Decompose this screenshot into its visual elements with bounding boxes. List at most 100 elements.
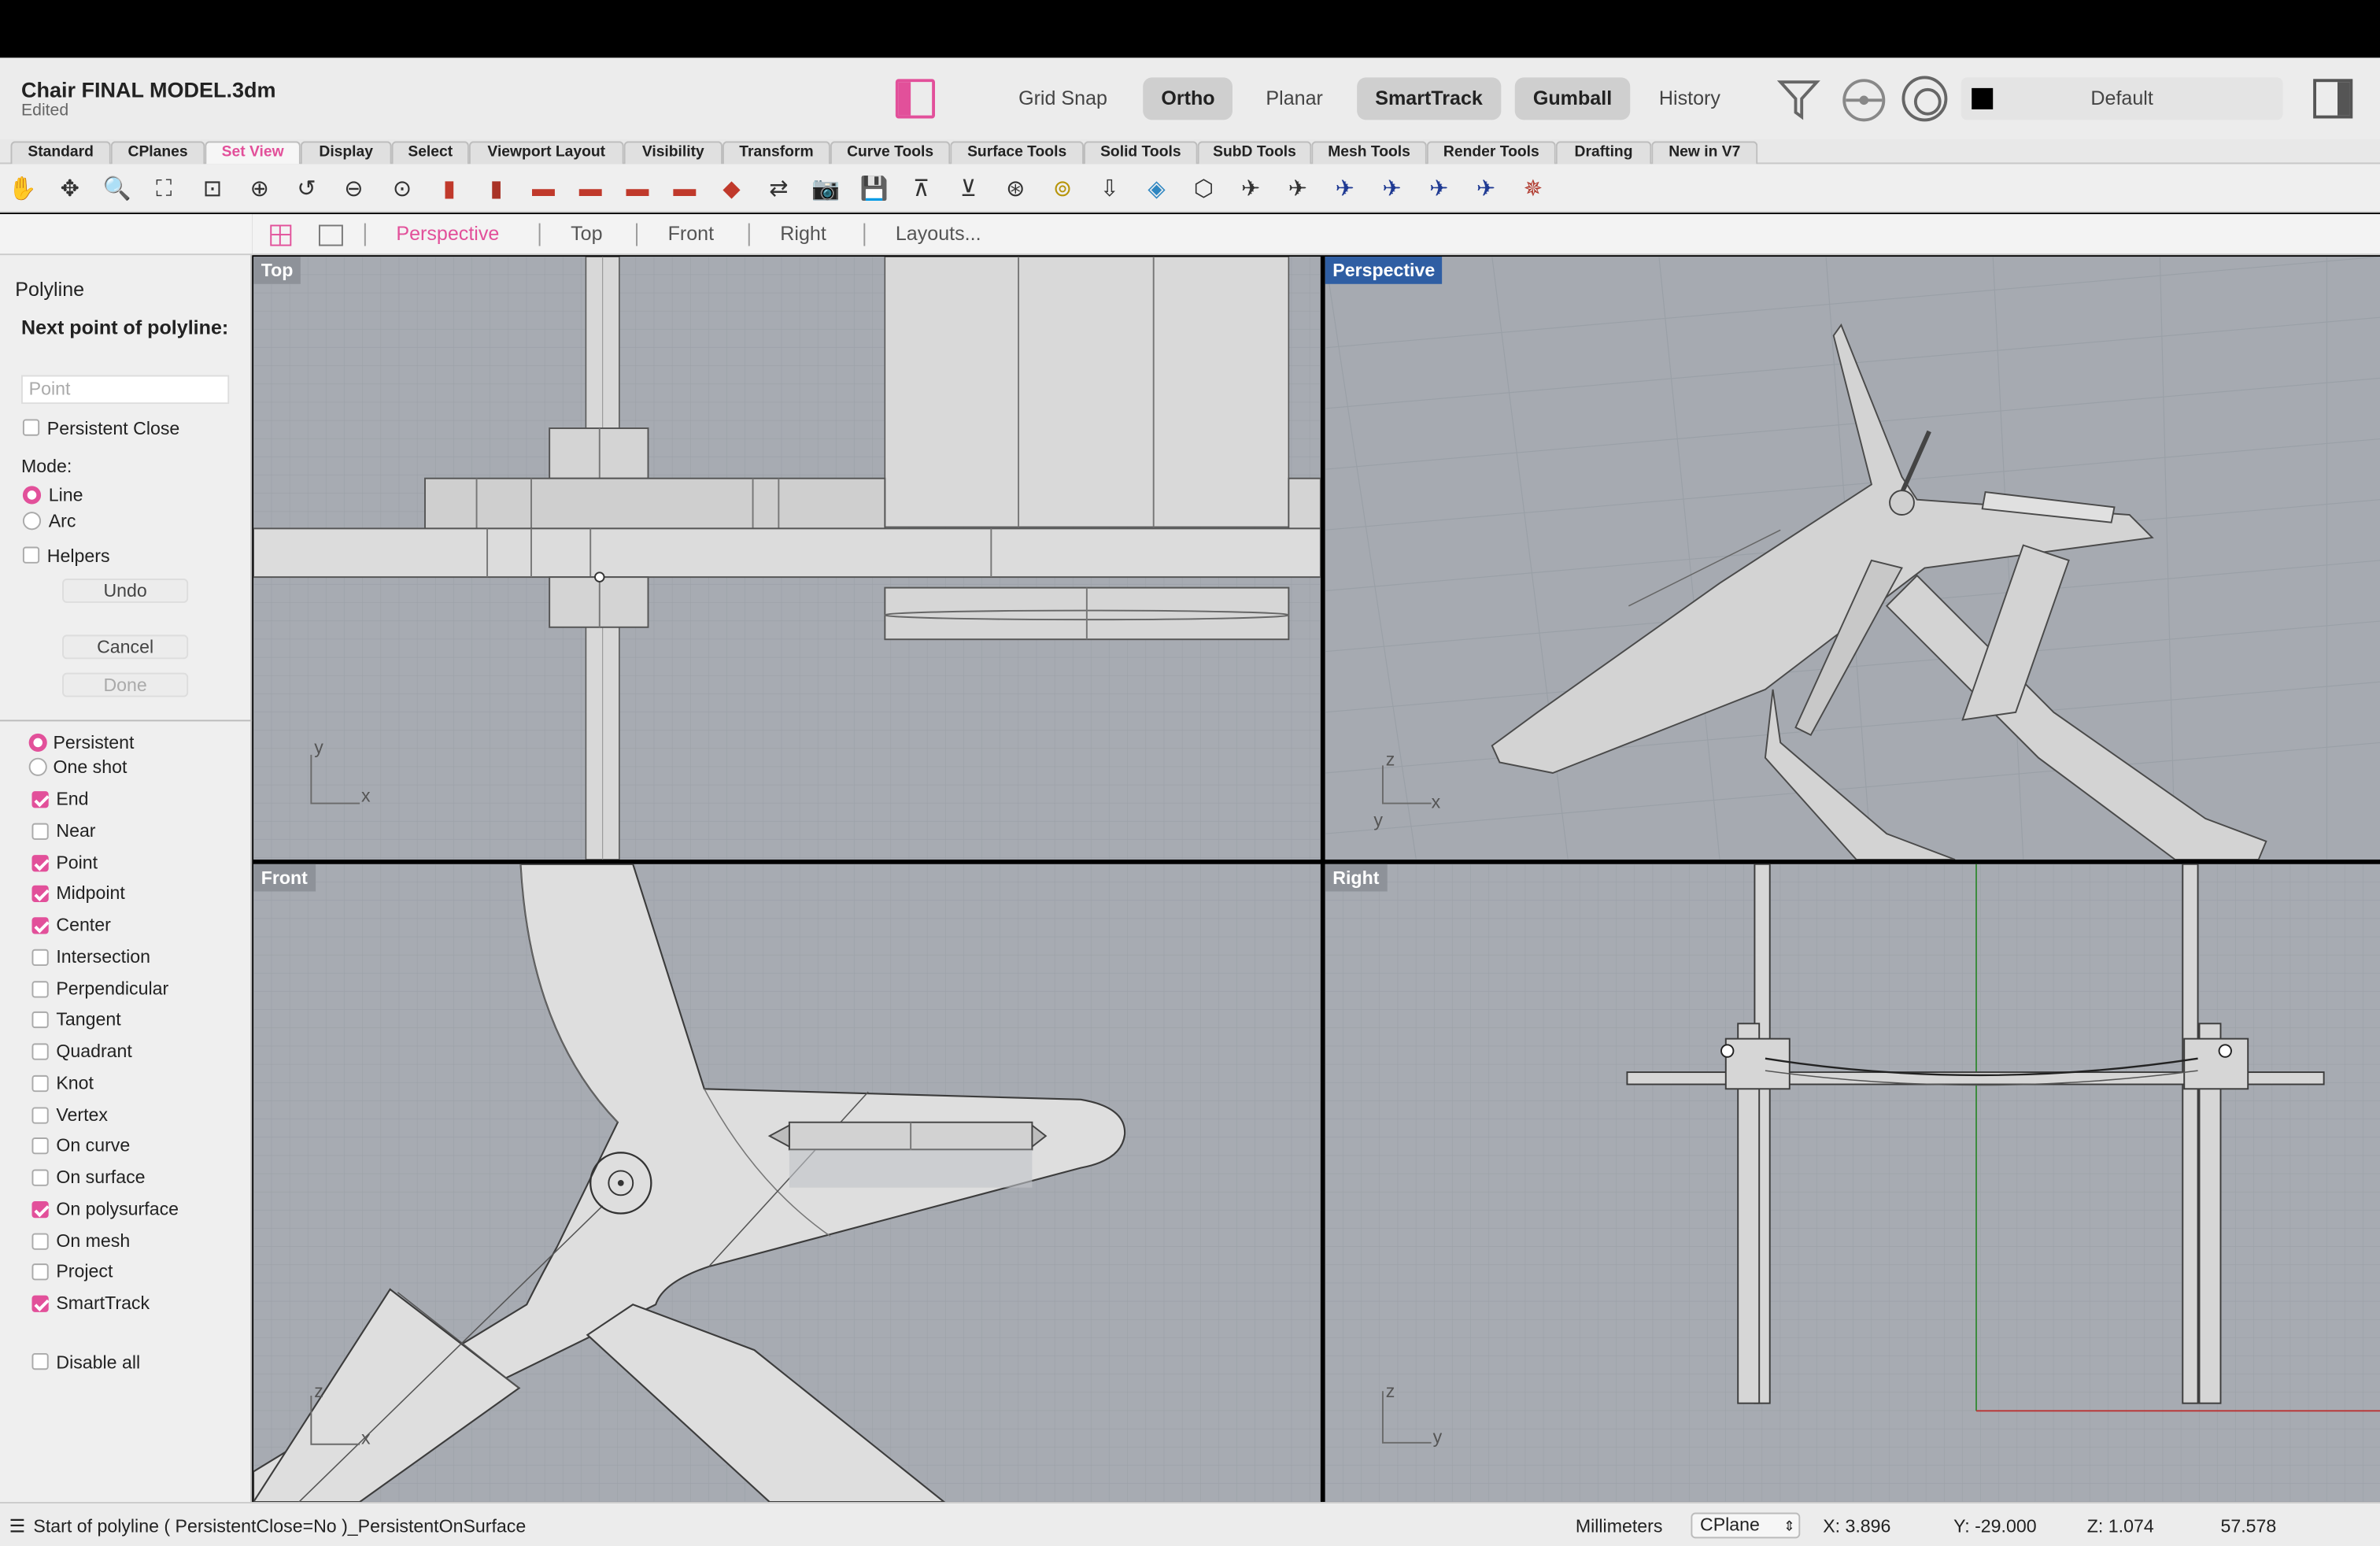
view-tab-right[interactable]: Right bbox=[780, 222, 826, 245]
osnap-checkbox-center[interactable] bbox=[31, 917, 49, 934]
osnap-checkbox-perpendicular[interactable] bbox=[31, 980, 49, 997]
tab-display[interactable]: Display bbox=[300, 141, 392, 165]
disable-all-checkbox[interactable] bbox=[31, 1352, 49, 1370]
view-tab-top[interactable]: Top bbox=[571, 222, 602, 245]
panels-toggle-icon[interactable] bbox=[2313, 79, 2353, 119]
zoom-selected-icon[interactable]: ⊕ bbox=[243, 172, 276, 205]
tab-standard[interactable]: Standard bbox=[10, 141, 111, 165]
zoom-window-icon[interactable]: ⊡ bbox=[196, 172, 229, 205]
view-car-3-icon[interactable]: ▬ bbox=[621, 172, 654, 205]
osnap-one-shot-radio[interactable] bbox=[28, 757, 47, 776]
view-compass-icon[interactable]: ✵ bbox=[1517, 172, 1550, 205]
four-view-layout-icon[interactable] bbox=[270, 224, 292, 246]
osnap-checkbox-on-mesh[interactable] bbox=[31, 1232, 49, 1249]
viewport-perspective[interactable]: Perspective z x y bbox=[1325, 257, 2380, 860]
mode-line-radio[interactable] bbox=[22, 486, 42, 505]
view-tab-layouts[interactable]: Layouts... bbox=[896, 222, 981, 245]
named-views-icon[interactable]: ⇄ bbox=[762, 172, 795, 205]
tab-mesh-tools[interactable]: Mesh Tools bbox=[1311, 141, 1427, 165]
osnap-checkbox-tangent[interactable] bbox=[31, 1012, 49, 1029]
pan-icon[interactable]: ✋ bbox=[6, 172, 39, 205]
undo-button[interactable]: Undo bbox=[62, 579, 189, 603]
tab-visibility[interactable]: Visibility bbox=[623, 141, 722, 165]
osnap-checkbox-point[interactable] bbox=[31, 854, 49, 871]
smarttrack-toggle[interactable]: SmartTrack bbox=[1357, 77, 1502, 120]
tab-surface-tools[interactable]: Surface Tools bbox=[950, 141, 1084, 165]
helpers-checkbox[interactable] bbox=[22, 546, 40, 564]
target-center-icon[interactable]: ⊚ bbox=[1046, 172, 1079, 205]
sidebar-toggle-icon[interactable] bbox=[895, 79, 935, 119]
view-car-5-icon[interactable]: ◆ bbox=[715, 172, 748, 205]
gumball-toggle[interactable]: Gumball bbox=[1514, 77, 1631, 120]
undo-view-icon[interactable]: ↺ bbox=[290, 172, 323, 205]
layer-selector[interactable]: Default bbox=[1961, 77, 2283, 120]
osnap-checkbox-on-polysurface[interactable] bbox=[31, 1200, 49, 1218]
osnap-icon[interactable] bbox=[1842, 79, 1886, 122]
osnap-checkbox-intersection[interactable] bbox=[31, 949, 49, 966]
osnap-persistent-radio[interactable] bbox=[28, 733, 47, 752]
osnap-checkbox-knot[interactable] bbox=[31, 1074, 49, 1092]
ortho-toggle[interactable]: Ortho bbox=[1143, 77, 1233, 120]
tab-transform[interactable]: Transform bbox=[722, 141, 830, 165]
osnap-checkbox-quadrant[interactable] bbox=[31, 1043, 49, 1060]
osnap-checkbox-on-surface[interactable] bbox=[31, 1169, 49, 1186]
viewport-front[interactable]: Front z x bbox=[253, 864, 1321, 1503]
tab-drafting[interactable]: Drafting bbox=[1555, 141, 1652, 165]
zoom-1-1-icon[interactable]: ⊙ bbox=[386, 172, 419, 205]
camera-front-icon[interactable]: ▮ bbox=[433, 172, 466, 205]
viewport-label-perspective[interactable]: Perspective bbox=[1325, 257, 1443, 284]
view-car-2-icon[interactable]: ▬ bbox=[574, 172, 607, 205]
view-right-icon[interactable]: ✈ bbox=[1469, 172, 1502, 205]
planar-toggle[interactable]: Planar bbox=[1247, 77, 1341, 120]
view-back-icon[interactable]: ✈ bbox=[1281, 172, 1314, 205]
single-view-layout-icon[interactable] bbox=[318, 224, 343, 246]
tab-cplanes[interactable]: CPlanes bbox=[110, 141, 205, 165]
view-tab-front[interactable]: Front bbox=[668, 222, 715, 245]
tab-viewport-layout[interactable]: Viewport Layout bbox=[468, 141, 624, 165]
tab-subd-tools[interactable]: SubD Tools bbox=[1197, 141, 1312, 165]
camera-back-icon[interactable]: ▮ bbox=[479, 172, 512, 205]
osnap-checkbox-vertex[interactable] bbox=[31, 1106, 49, 1123]
view-left-icon[interactable]: ✈ bbox=[1422, 172, 1455, 205]
grid-snap-toggle[interactable]: Grid Snap bbox=[1000, 77, 1125, 120]
set-target-icon[interactable]: ⊛ bbox=[999, 172, 1032, 205]
viewport-right[interactable]: Right z y bbox=[1325, 864, 2380, 1503]
view-car-4-icon[interactable]: ▬ bbox=[668, 172, 701, 205]
osnap-checkbox-midpoint[interactable] bbox=[31, 886, 49, 903]
units-label[interactable]: Millimeters bbox=[1576, 1515, 1663, 1537]
tab-solid-tools[interactable]: Solid Tools bbox=[1083, 141, 1198, 165]
zoom-icon[interactable]: 🔍 bbox=[100, 172, 133, 205]
camera-icon[interactable]: 📷 bbox=[809, 172, 842, 205]
tab-curve-tools[interactable]: Curve Tools bbox=[830, 141, 951, 165]
view-front-icon[interactable]: ✈ bbox=[1234, 172, 1267, 205]
viewport-label-top[interactable]: Top bbox=[253, 257, 301, 284]
view-top-icon[interactable]: ✈ bbox=[1328, 172, 1361, 205]
tab-render-tools[interactable]: Render Tools bbox=[1426, 141, 1556, 165]
two-point-perspective-icon[interactable]: ⊻ bbox=[952, 172, 985, 205]
tab-set-view[interactable]: Set View bbox=[205, 141, 301, 165]
viewport-label-front[interactable]: Front bbox=[253, 864, 316, 892]
viewport-label-right[interactable]: Right bbox=[1325, 864, 1388, 892]
view-car-1-icon[interactable]: ▬ bbox=[527, 172, 560, 205]
command-history-icon[interactable]: ☰ bbox=[9, 1515, 26, 1537]
set-camera-icon[interactable]: ⊼ bbox=[904, 172, 937, 205]
mode-arc-radio[interactable] bbox=[22, 512, 42, 531]
view-bottom-icon[interactable]: ✈ bbox=[1375, 172, 1408, 205]
view-cube-icon[interactable]: ⬡ bbox=[1187, 172, 1220, 205]
target-icon[interactable] bbox=[1901, 76, 1948, 122]
osnap-checkbox-smarttrack[interactable] bbox=[31, 1295, 49, 1312]
cplane-selector[interactable]: CPlane ⇕ bbox=[1691, 1512, 1801, 1539]
osnap-checkbox-end[interactable] bbox=[31, 791, 49, 808]
tab-select[interactable]: Select bbox=[391, 141, 469, 165]
rotate-view-icon[interactable]: ✥ bbox=[53, 172, 86, 205]
osnap-checkbox-on-curve[interactable] bbox=[31, 1137, 49, 1155]
zoom-extents-icon[interactable]: ⛶ bbox=[147, 172, 180, 205]
save-view-icon[interactable]: 💾 bbox=[858, 172, 891, 205]
plan-view-icon[interactable]: ⇩ bbox=[1093, 172, 1126, 205]
history-toggle[interactable]: History bbox=[1641, 77, 1739, 120]
persistent-close-checkbox[interactable] bbox=[22, 419, 40, 436]
view-cplane-icon[interactable]: ◈ bbox=[1140, 172, 1173, 205]
osnap-checkbox-project[interactable] bbox=[31, 1263, 49, 1281]
cancel-button[interactable]: Cancel bbox=[62, 634, 189, 660]
zoom-out-icon[interactable]: ⊖ bbox=[337, 172, 370, 205]
